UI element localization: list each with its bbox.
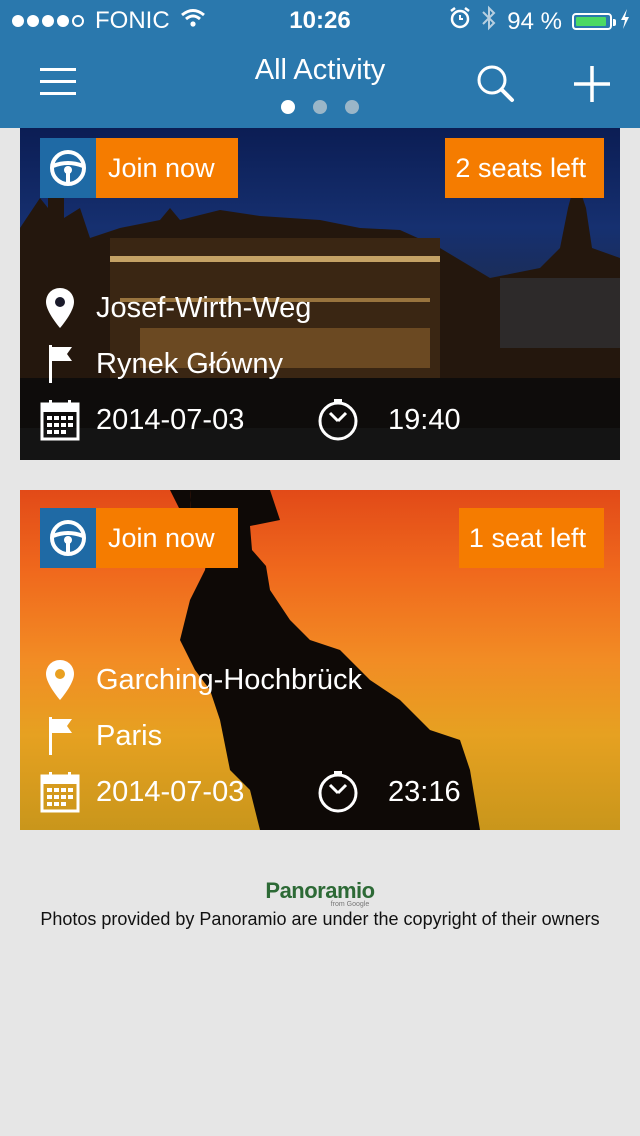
flag-icon [40, 342, 80, 386]
add-activity-button[interactable] [570, 62, 614, 106]
steering-wheel-icon [50, 150, 86, 186]
time-row: 23:16 [316, 768, 461, 816]
charging-icon [620, 8, 630, 36]
calendar-icon [40, 770, 80, 814]
panoramio-logo[interactable]: Panoramio from Google [0, 878, 640, 908]
location-pin-icon [40, 658, 80, 702]
search-button[interactable] [474, 62, 518, 106]
flag-icon [40, 714, 80, 758]
ride-card[interactable]: Join now 2 seats left Josef-Wirth-Weg Ry… [20, 128, 620, 460]
join-now-button[interactable]: Join now [40, 138, 238, 198]
search-icon [477, 65, 514, 102]
battery-tip [613, 19, 616, 26]
origin-text: Garching-Hochbrück [96, 663, 362, 696]
origin-row: Garching-Hochbrück [40, 656, 362, 704]
clock-icon [316, 398, 360, 442]
page-dot-1[interactable] [281, 100, 295, 114]
status-bar: FONIC 10:26 94 % [0, 0, 640, 40]
join-now-button[interactable]: Join now [40, 508, 238, 568]
seats-left-badge: 2 seats left [445, 138, 604, 198]
menu-icon-bar [40, 92, 76, 95]
wheel-box [40, 138, 96, 198]
add-icon [574, 66, 610, 102]
top-bar: FONIC 10:26 94 % All Activity [0, 0, 640, 128]
page-title: All Activity [254, 54, 386, 86]
seats-left-badge: 1 seat left [458, 508, 604, 568]
alarm-icon [449, 6, 471, 37]
clock-icon [316, 770, 360, 814]
ride-card[interactable]: Join now 1 seat left Garching-Hochbrück … [20, 490, 620, 830]
origin-row: Josef-Wirth-Weg [40, 284, 311, 332]
status-right: 94 % [439, 5, 630, 38]
page-dot-2[interactable] [313, 100, 327, 114]
time-text: 23:16 [388, 775, 461, 808]
steering-wheel-icon [50, 520, 86, 556]
date-text: 2014-07-03 [96, 403, 245, 436]
bluetooth-icon [481, 5, 497, 38]
date-text: 2014-07-03 [96, 775, 245, 808]
origin-text: Josef-Wirth-Weg [96, 291, 312, 324]
date-row: 2014-07-03 [40, 396, 244, 444]
time-row: 19:40 [316, 396, 461, 444]
battery-fill [576, 17, 607, 26]
battery-percent: 94 % [507, 7, 562, 35]
destination-text: Paris [96, 719, 163, 752]
photo-credit-text: Photos provided by Panoramio are under t… [40, 909, 600, 929]
join-now-label: Join now [96, 508, 238, 568]
destination-text: Rynek Główny [96, 347, 283, 380]
join-now-label: Join now [96, 138, 238, 198]
panoramio-logo-sub: from Google [330, 901, 370, 908]
destination-row: Rynek Główny [40, 340, 283, 388]
location-pin-icon [40, 286, 80, 330]
page-dot-3[interactable] [345, 100, 359, 114]
calendar-icon [40, 398, 80, 442]
battery-indicator [572, 13, 616, 30]
date-row: 2014-07-03 [40, 768, 244, 816]
navigation-bar: All Activity [0, 40, 640, 128]
wheel-box [40, 508, 96, 568]
destination-row: Paris [40, 712, 162, 760]
page-indicator [0, 100, 640, 114]
time-text: 19:40 [388, 403, 461, 436]
